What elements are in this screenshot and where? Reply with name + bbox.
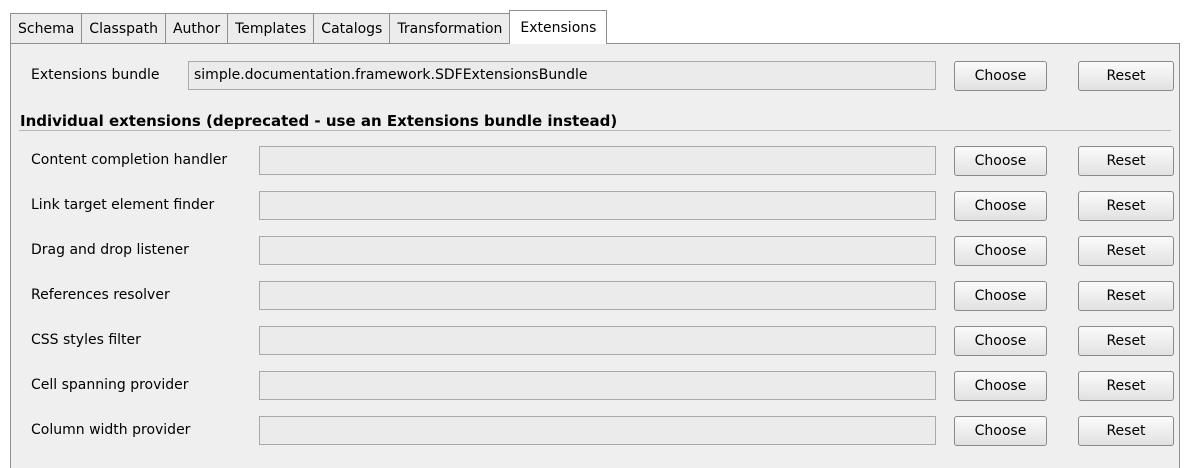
extension-row-drag-drop: Drag and drop listener Choose Reset (11, 235, 1179, 266)
extension-row-column-width: Column width provider Choose Reset (11, 415, 1179, 446)
extension-label: References resolver (31, 287, 170, 303)
section-divider (19, 130, 1171, 131)
tab-schema[interactable]: Schema (10, 13, 83, 44)
extension-row-cell-spanning: Cell spanning provider Choose Reset (11, 370, 1179, 401)
extensions-bundle-reset-button[interactable]: Reset (1078, 61, 1174, 91)
column-width-provider-field[interactable] (259, 416, 936, 445)
extension-row-references-resolver: References resolver Choose Reset (11, 280, 1179, 311)
tab-extensions[interactable]: Extensions (509, 10, 608, 44)
link-target-element-finder-field[interactable] (259, 191, 936, 220)
tab-catalogs[interactable]: Catalogs (313, 13, 391, 44)
extension-label: Drag and drop listener (31, 242, 189, 258)
references-resolver-reset-button[interactable]: Reset (1078, 281, 1174, 311)
tab-transformation[interactable]: Transformation (389, 13, 511, 44)
cell-spanning-provider-choose-button[interactable]: Choose (954, 371, 1047, 401)
extensions-bundle-choose-button[interactable]: Choose (954, 61, 1047, 91)
extensions-bundle-field[interactable]: simple.documentation.framework.SDFExtens… (188, 61, 936, 90)
extension-row-link-target: Link target element finder Choose Reset (11, 190, 1179, 221)
css-styles-filter-choose-button[interactable]: Choose (954, 326, 1047, 356)
extensions-panel: Extensions bundle simple.documentation.f… (10, 43, 1180, 468)
column-width-provider-choose-button[interactable]: Choose (954, 416, 1047, 446)
references-resolver-choose-button[interactable]: Choose (954, 281, 1047, 311)
drag-and-drop-listener-field[interactable] (259, 236, 936, 265)
tab-bar: Schema Classpath Author Templates Catalo… (10, 10, 608, 44)
drag-and-drop-listener-reset-button[interactable]: Reset (1078, 236, 1174, 266)
extension-label: CSS styles filter (31, 332, 141, 348)
content-completion-handler-choose-button[interactable]: Choose (954, 146, 1047, 176)
content-completion-handler-reset-button[interactable]: Reset (1078, 146, 1174, 176)
extension-label: Cell spanning provider (31, 377, 189, 393)
section-title: Individual extensions (deprecated - use … (20, 112, 618, 130)
cell-spanning-provider-reset-button[interactable]: Reset (1078, 371, 1174, 401)
references-resolver-field[interactable] (259, 281, 936, 310)
cell-spanning-provider-field[interactable] (259, 371, 936, 400)
tab-classpath[interactable]: Classpath (81, 13, 166, 44)
css-styles-filter-field[interactable] (259, 326, 936, 355)
extensions-bundle-label: Extensions bundle (31, 67, 160, 83)
css-styles-filter-reset-button[interactable]: Reset (1078, 326, 1174, 356)
tab-templates[interactable]: Templates (227, 13, 315, 44)
drag-and-drop-listener-choose-button[interactable]: Choose (954, 236, 1047, 266)
tab-author[interactable]: Author (164, 13, 229, 44)
content-completion-handler-field[interactable] (259, 146, 936, 175)
extension-label: Column width provider (31, 422, 191, 438)
extension-label: Content completion handler (31, 152, 228, 168)
extension-row-content-completion: Content completion handler Choose Reset (11, 145, 1179, 176)
column-width-provider-reset-button[interactable]: Reset (1078, 416, 1174, 446)
link-target-element-finder-reset-button[interactable]: Reset (1078, 191, 1174, 221)
extension-row-css-styles-filter: CSS styles filter Choose Reset (11, 325, 1179, 356)
extension-label: Link target element finder (31, 197, 215, 213)
extensions-bundle-row: Extensions bundle simple.documentation.f… (11, 60, 1179, 91)
link-target-element-finder-choose-button[interactable]: Choose (954, 191, 1047, 221)
